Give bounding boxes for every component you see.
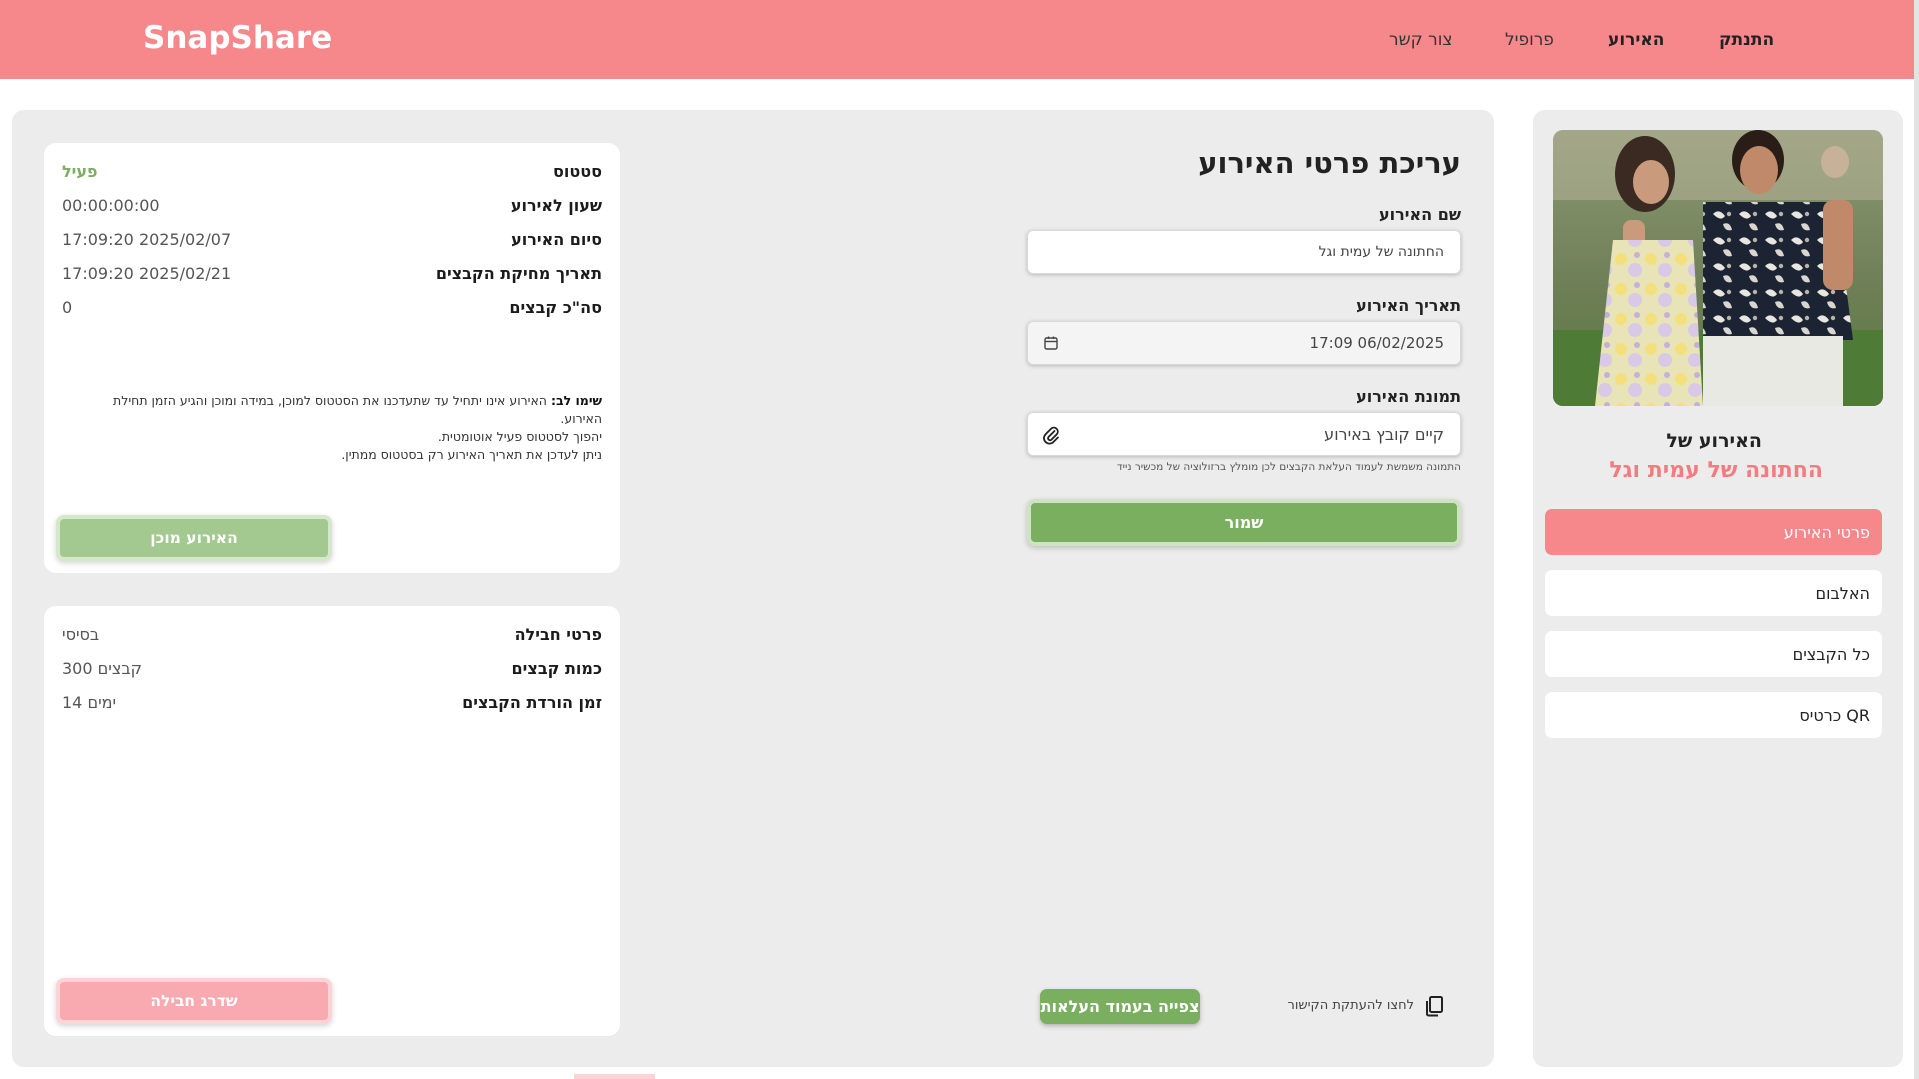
files-deletion-row: 17:09:20 2025/02/21 תאריך מחיקת הקבצים (62, 261, 602, 285)
event-name-label: שם האירוע (1379, 205, 1461, 224)
sidebar-item-all-files[interactable]: כל הקבצים (1545, 631, 1882, 677)
package-card: בסיסי פרטי חבילה 300 קבצים כמות קבצים 14… (44, 606, 620, 1036)
note-title: שימו לב: (550, 393, 602, 408)
top-navbar: SnapShare התנתק האירוע פרופיל צור קשר (0, 0, 1914, 79)
countdown-label: שעון לאירוע (510, 195, 602, 215)
status-row: פעיל סטטוס (62, 159, 602, 183)
view-upload-page-button[interactable]: צפייה בעמוד העלאות (1040, 989, 1200, 1024)
event-end-row: 17:09:20 2025/02/07 סיום האירוע (62, 227, 602, 251)
total-files-row: 0 סה"כ קבצים (62, 295, 602, 319)
download-period-label: זמן הורדת הקבצים (462, 692, 602, 712)
nav-logout[interactable]: התנתק (1719, 30, 1774, 50)
event-date-input[interactable]: 17:09 06/02/2025 (1027, 321, 1461, 365)
page-scrollbar[interactable] (1914, 0, 1919, 1079)
total-files-label: סה"כ קבצים (509, 297, 602, 317)
image-hint: התמונה משמשת לעמוד העלאת הקבצים לכן מומל… (1116, 461, 1461, 473)
nav-event[interactable]: האירוע (1608, 30, 1664, 50)
total-files-value: 0 (62, 297, 73, 317)
sidebar-event-name: החתונה של עמית וגל (1609, 458, 1823, 483)
note-line1: האירוע אינו יתחיל עד שתעדכנו את הסטטוס ל… (113, 393, 602, 426)
download-period-row: 14 ימים זמן הורדת הקבצים (62, 690, 602, 714)
save-button[interactable]: שמור (1027, 499, 1461, 546)
package-row: בסיסי פרטי חבילה (62, 622, 602, 646)
files-deletion-label: תאריך מחיקת הקבצים (435, 263, 602, 283)
event-of-label: האירוע של (1666, 430, 1762, 452)
event-end-label: סיום האירוע (511, 229, 602, 249)
event-name-input[interactable]: החתונה של עמית וגל (1027, 230, 1461, 274)
form-title: עריכת פרטי האירוע (1198, 146, 1461, 180)
files-quota-value: 300 קבצים (62, 658, 142, 678)
partial-button-edge (574, 1074, 655, 1079)
event-ready-button[interactable]: האירוע מוכן (56, 515, 332, 561)
sidebar-item-album[interactable]: האלבום (1545, 570, 1882, 616)
countdown-value: 00:00:00:00 (62, 195, 160, 215)
status-note: שימו לב: האירוע אינו יתחיל עד שתעדכנו את… (74, 392, 602, 464)
upgrade-package-button[interactable]: שדרג חבילה (56, 978, 332, 1024)
app-logo[interactable]: SnapShare (143, 20, 332, 56)
event-date-value: 17:09 06/02/2025 (1309, 334, 1444, 352)
note-line3: ניתן לעדכן את תאריך האירוע רק בסטטוס ממת… (341, 447, 602, 462)
sidebar-item-event-details[interactable]: פרטי האירוע (1545, 509, 1882, 555)
copy-link-label[interactable]: לחצו להעתקת הקישור (1288, 998, 1414, 1013)
files-quota-row: 300 קבצים כמות קבצים (62, 656, 602, 680)
package-label: פרטי חבילה (514, 624, 602, 644)
event-name-value: החתונה של עמית וגל (1318, 244, 1444, 260)
event-image-value: קיים קובץ באירוע (1324, 424, 1444, 444)
status-value: פעיל (62, 161, 98, 181)
files-deletion-value: 17:09:20 2025/02/21 (62, 263, 232, 283)
nav-profile[interactable]: פרופיל (1505, 30, 1554, 50)
countdown-row: 00:00:00:00 שעון לאירוע (62, 193, 602, 217)
event-image-input[interactable]: קיים קובץ באירוע (1027, 412, 1461, 456)
download-period-value: 14 ימים (62, 692, 117, 712)
copy-icon[interactable] (1424, 995, 1444, 1017)
event-cover-photo (1553, 130, 1883, 406)
event-status-card: פעיל סטטוס 00:00:00:00 שעון לאירוע 17:09… (44, 143, 620, 573)
calendar-icon[interactable] (1042, 334, 1060, 352)
note-line2: יהפוך לסטטוס פעיל אוטומטית. (437, 429, 602, 444)
nav-contact[interactable]: צור קשר (1389, 30, 1452, 50)
sidebar-item-qr-card[interactable]: כרטיס QR (1545, 692, 1882, 738)
event-date-label: תאריך האירוע (1356, 296, 1461, 315)
paperclip-icon[interactable] (1042, 425, 1060, 445)
package-value: בסיסי (62, 624, 100, 644)
files-quota-label: כמות קבצים (511, 658, 602, 678)
event-end-value: 17:09:20 2025/02/07 (62, 229, 232, 249)
event-image-label: תמונת האירוע (1356, 387, 1461, 406)
status-label: סטטוס (553, 161, 602, 181)
